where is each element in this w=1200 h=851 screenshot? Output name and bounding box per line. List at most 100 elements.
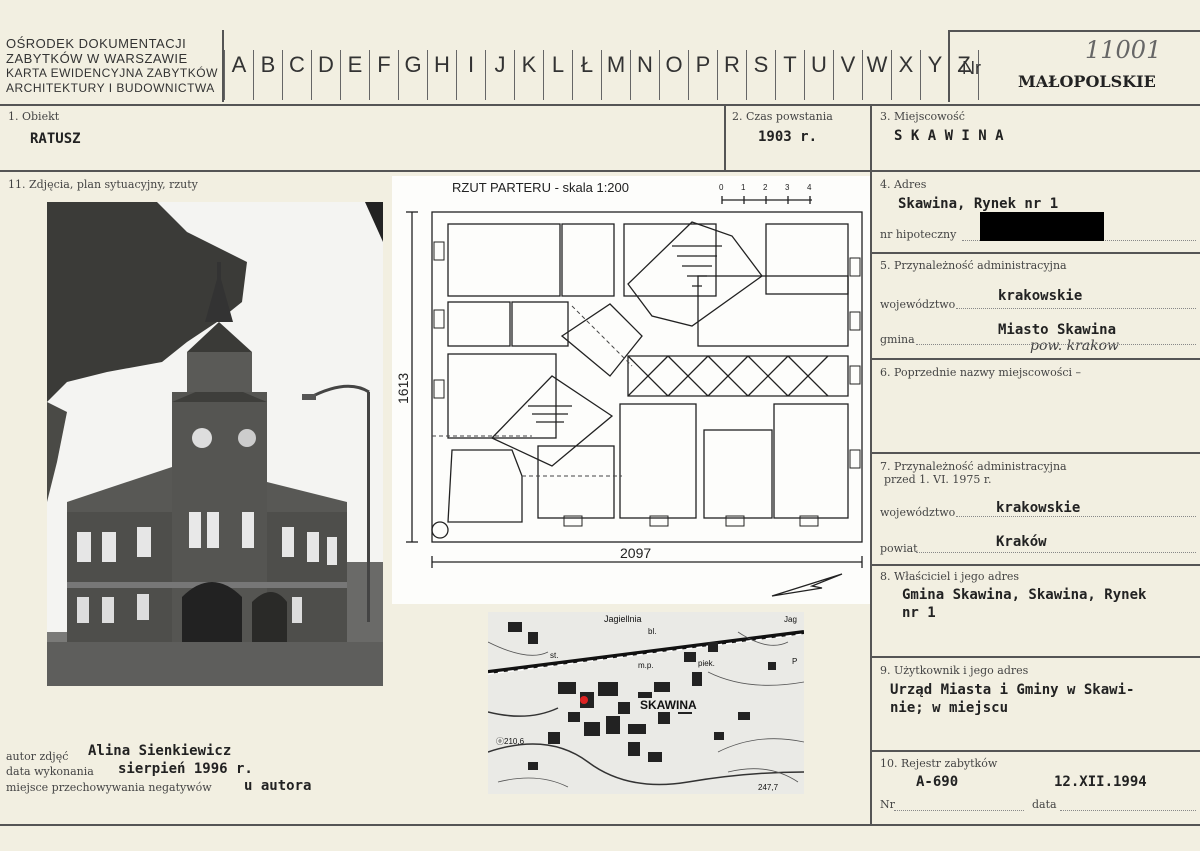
letter: L (543, 50, 572, 100)
letter: C (282, 50, 311, 100)
map-label: Jagiellnia (604, 614, 642, 624)
scale-tick: 1 (741, 183, 746, 192)
floor-plan: RZUT PARTERU - skala 1:200 0 1 2 3 4 209… (392, 176, 870, 604)
institution-block: OŚRODEK DOKUMENTACJI ZABYTKÓW W WARSZAWI… (6, 36, 218, 96)
przynaleznosc75-label: 7. Przynależność administracyjna (880, 460, 1067, 473)
letter: N (630, 50, 659, 100)
gmina-label: gmina (880, 333, 915, 346)
wojewodztwo75-label: województwo (880, 506, 956, 519)
plan-width-dimension: 2097 (620, 545, 651, 561)
rejestr-label: 10. Rejestr zabytków (880, 757, 998, 770)
uzytkownik-value-line: Urząd Miasta i Gminy w Skawi- (890, 682, 1135, 698)
location-map: SKAWINA Jagiellnia bl. st. m.p. piek. ⓞ2… (488, 612, 804, 794)
powiat-value: Kraków (996, 534, 1047, 550)
redaction-box (980, 212, 1104, 241)
wojewodztwo-value: krakowskie (998, 288, 1083, 304)
przynaleznosc75-sub: przed 1. VI. 1975 r. (884, 473, 992, 486)
adres-value: Skawina, Rynek nr 1 (898, 196, 1059, 212)
adres-label: 4. Adres (880, 178, 927, 191)
map-label: piek. (698, 659, 715, 668)
miejscowosc-label: 3. Miejscowość (880, 110, 965, 123)
map-label: 247,7 (758, 783, 779, 792)
letter: T (775, 50, 804, 100)
letter: P (688, 50, 717, 100)
data-wykonania-label: data wykonania (6, 765, 94, 778)
przynaleznosc-label: 5. Przynależność administracyjna (880, 259, 1067, 272)
letter: W (862, 50, 891, 100)
data-wykonania-value: sierpień 1996 r. (118, 761, 253, 777)
letter: D (311, 50, 340, 100)
map-label: Jag (784, 615, 797, 624)
autor-value: Alina Sienkiewicz (88, 743, 232, 759)
powiat-label: powiat (880, 542, 918, 555)
plan-title: RZUT PARTERU - skala 1:200 (452, 180, 629, 195)
wojewodztwo-label: województwo (880, 298, 956, 311)
floor-plan-drawing: RZUT PARTERU - skala 1:200 0 1 2 3 4 209… (392, 176, 870, 604)
building-photo (47, 202, 383, 686)
institution-line: ARCHITEKTURY I BUDOWNICTWA (6, 81, 215, 95)
letter: Ł (572, 50, 601, 100)
zdjecia-label: 11. Zdjęcia, plan sytuacyjny, rzuty (8, 178, 198, 191)
wlasciciel-value-line: nr 1 (902, 605, 936, 621)
scale-tick: 0 (719, 183, 724, 192)
scale-tick: 3 (785, 183, 790, 192)
letter: F (369, 50, 398, 100)
letter: X (891, 50, 920, 100)
letter: A (224, 50, 253, 100)
letter: I (456, 50, 485, 100)
plan-height-dimension: 1613 (395, 373, 411, 404)
rejestr-data-label: data (1032, 798, 1057, 811)
uzytkownik-label: 9. Użytkownik i jego adres (880, 664, 1029, 677)
nr-handwritten: 11001 (1085, 36, 1162, 64)
map-label: st. (550, 651, 558, 660)
wlasciciel-label: 8. Właściciel i jego adres (880, 570, 1020, 583)
letter: E (340, 50, 369, 100)
miejsce-label: miejsce przechowywania negatywów (6, 781, 212, 794)
letter: V (833, 50, 862, 100)
miejscowosc-value: S K A W I N A (894, 128, 1004, 144)
gmina-handwritten-note: pow. krakow (1030, 338, 1120, 354)
rejestr-nr-value: A-690 (916, 774, 959, 790)
institution-line: OŚRODEK DOKUMENTACJI (6, 36, 187, 51)
town-hall-photo (47, 202, 383, 686)
letter: O (659, 50, 688, 100)
poprzednie-label: 6. Poprzednie nazwy miejscowości – (880, 366, 1082, 379)
gmina-value: Miasto Skawina (998, 322, 1117, 338)
letter-index: A B C D E F G H I J K L Ł M N O P R S T … (224, 50, 979, 100)
wojewodztwo75-value: krakowskie (996, 500, 1081, 516)
map-label: P (792, 657, 797, 666)
letter: S (746, 50, 775, 100)
letter: R (717, 50, 746, 100)
czas-label: 2. Czas powstania (732, 110, 833, 123)
letter: K (514, 50, 543, 100)
region-stamp: MAŁOPOLSKIE (1018, 72, 1156, 91)
autor-label: autor zdjęć (6, 750, 69, 763)
scale-tick: 4 (807, 183, 812, 192)
letter: G (398, 50, 427, 100)
institution-line: KARTA EWIDENCYJNA ZABYTKÓW (6, 66, 218, 80)
letter: H (427, 50, 456, 100)
letter: B (253, 50, 282, 100)
scale-tick: 2 (763, 183, 768, 192)
nr-label: Nr (962, 58, 981, 78)
map-label: ⓞ210,6 (496, 737, 525, 746)
letter: Y (920, 50, 949, 100)
letter: M (601, 50, 630, 100)
situation-map: SKAWINA Jagiellnia bl. st. m.p. piek. ⓞ2… (488, 612, 804, 794)
inventory-card: OŚRODEK DOKUMENTACJI ZABYTKÓW W WARSZAWI… (0, 0, 1200, 851)
obiekt-value: RATUSZ (30, 131, 81, 147)
miejsce-value: u autora (244, 778, 312, 794)
hipoteczny-label: nr hipoteczny (880, 228, 957, 241)
uzytkownik-value-line: nie; w miejscu (890, 700, 1009, 716)
rejestr-nr-label: Nr (880, 798, 895, 811)
czas-value: 1903 r. (758, 129, 818, 145)
map-town-label: SKAWINA (640, 698, 697, 712)
letter: U (804, 50, 833, 100)
obiekt-label: 1. Obiekt (8, 110, 60, 123)
map-label: bl. (648, 627, 656, 636)
wlasciciel-value-line: Gmina Skawina, Skawina, Rynek (902, 587, 1147, 603)
letter: J (485, 50, 514, 100)
institution-line: ZABYTKÓW W WARSZAWIE (6, 51, 188, 66)
map-label: m.p. (638, 661, 654, 670)
rejestr-data-value: 12.XII.1994 (1054, 774, 1147, 790)
